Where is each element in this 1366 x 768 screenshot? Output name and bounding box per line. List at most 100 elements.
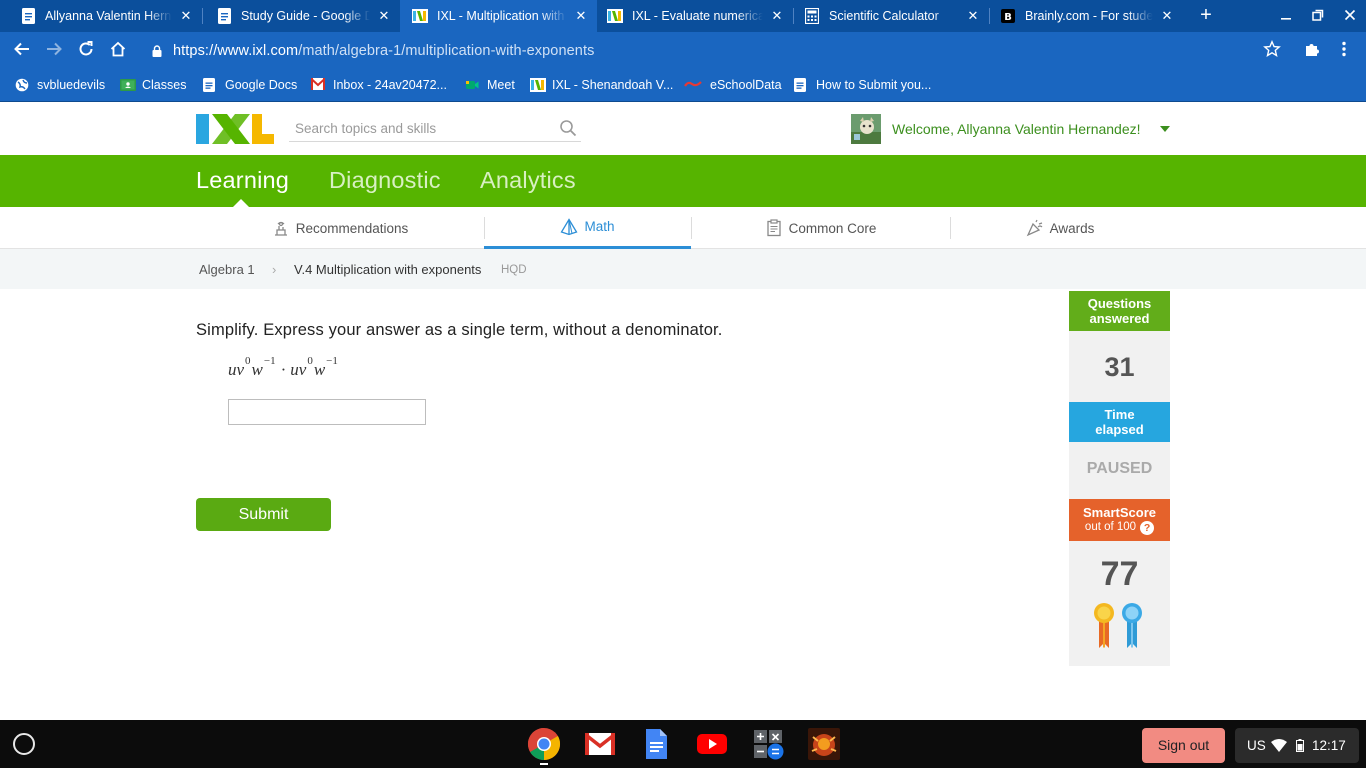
tab-label: Recommendations [295, 220, 409, 236]
breadcrumb-separator: › [272, 262, 277, 277]
bookmark-label: Meet [487, 78, 515, 92]
search-input[interactable] [295, 118, 550, 138]
expr-exponent: 0 [245, 355, 251, 368]
tab-recommendations[interactable]: Recommendations [196, 207, 484, 249]
chrome-icon[interactable] [527, 727, 561, 761]
tab-title: IXL - Evaluate numerical [632, 9, 763, 23]
bookmark-label: Inbox - 24av20472... [333, 78, 447, 92]
ixl-favicon-icon [412, 8, 428, 24]
tab-common-core[interactable]: Common Core [691, 207, 950, 249]
close-tab-icon[interactable]: ✕ [965, 8, 981, 24]
browser-tab-calculator[interactable]: Scientific Calculator ✕ [793, 0, 989, 32]
tab-awards[interactable]: Awards [950, 207, 1170, 249]
tab-label: Common Core [788, 220, 877, 236]
tab-title: Brainly.com - For studen [1025, 9, 1153, 23]
expr-dot-operator: · [280, 360, 287, 379]
game-app-icon[interactable] [807, 727, 841, 761]
pyramid-icon [560, 217, 578, 236]
forward-arrow-icon[interactable] [43, 40, 65, 62]
submit-button[interactable]: Submit [196, 498, 331, 531]
close-tab-icon[interactable]: ✕ [1159, 8, 1175, 24]
google-docs-icon[interactable] [639, 727, 673, 761]
clock: 12:17 [1312, 738, 1346, 753]
tab-label: Awards [1049, 220, 1095, 236]
smartscore-value: 77 [1100, 555, 1139, 593]
launcher-icon[interactable] [13, 733, 35, 755]
browser-tab-docs-2[interactable]: Study Guide - Google Do ✕ [196, 0, 400, 32]
back-arrow-icon[interactable] [11, 40, 33, 62]
browser-menu-icon[interactable] [1333, 40, 1355, 62]
search-box[interactable] [289, 116, 581, 142]
bookmark-label: Classes [142, 78, 187, 92]
url-text[interactable]: https://www.ixl.com/math/algebra-1/multi… [173, 43, 594, 59]
time-label: Time [1104, 407, 1135, 422]
bookmark-svbluedevils[interactable]: svbluedevils [15, 76, 105, 94]
bookmark-classes[interactable]: Classes [120, 76, 186, 94]
sign-out-button[interactable]: Sign out [1142, 728, 1225, 763]
search-icon[interactable] [559, 119, 577, 137]
bookmark-meet[interactable]: Meet [465, 76, 515, 94]
nav-learning[interactable]: Learning [196, 167, 289, 194]
time-elapsed-header: Time elapsed [1069, 402, 1170, 442]
nav-diagnostic[interactable]: Diagnostic [329, 167, 441, 194]
smartscore-header: SmartScore out of 100 ? [1069, 499, 1170, 541]
active-nav-pointer [233, 199, 249, 207]
extensions-puzzle-icon[interactable] [1301, 40, 1323, 62]
welcome-user-menu[interactable]: Welcome, Allyanna Valentin Hernandez! [892, 121, 1141, 137]
ixl-logo[interactable] [196, 114, 274, 144]
gmail-icon[interactable] [583, 727, 617, 761]
expr-exponent: 0 [307, 355, 313, 368]
ixl-favicon-icon [607, 8, 623, 24]
answer-input[interactable] [228, 399, 426, 425]
home-icon[interactable] [107, 40, 129, 62]
expr-base: w [251, 360, 263, 379]
expr-base: v [236, 360, 245, 379]
browser-tab-ixl-active[interactable]: IXL - Multiplication with e ✕ [400, 0, 597, 32]
lock-icon [152, 44, 162, 57]
bookmark-label: svbluedevils [37, 78, 106, 92]
chevron-down-icon[interactable] [1160, 126, 1170, 132]
browser-tab-ixl-2[interactable]: IXL - Evaluate numerical ✕ [597, 0, 793, 32]
expr-base: u [228, 360, 237, 379]
minimize-window-icon[interactable] [1276, 6, 1296, 26]
help-icon[interactable]: ? [1140, 520, 1155, 535]
new-tab-button[interactable]: + [1196, 5, 1216, 26]
google-docs-icon [794, 78, 808, 92]
tab-math[interactable]: Math [484, 207, 691, 249]
calculator-app-icon[interactable] [751, 727, 785, 761]
close-tab-icon[interactable]: ✕ [178, 8, 194, 24]
smartscore-sub: out of 100 ? [1084, 520, 1155, 535]
tab-label: Math [584, 219, 615, 234]
calculator-icon [804, 8, 820, 24]
close-tab-icon[interactable]: ✕ [769, 8, 785, 24]
expr-base: u [290, 360, 299, 379]
bookmark-gmail-inbox[interactable]: Inbox - 24av20472... [311, 76, 447, 94]
bookmark-star-icon[interactable] [1261, 40, 1283, 62]
reload-icon[interactable] [75, 40, 97, 62]
smartscore-label: SmartScore [1083, 505, 1156, 520]
battery-icon [1296, 739, 1304, 752]
bookmark-label: How to Submit you... [816, 78, 932, 92]
nav-analytics[interactable]: Analytics [480, 167, 576, 194]
tab-title: IXL - Multiplication with e [437, 9, 567, 23]
time-label: elapsed [1095, 422, 1144, 437]
browser-tab-docs-1[interactable]: Allyanna Valentin Herna ✕ [0, 0, 202, 32]
smartscore-sub-label: out of 100 [1084, 521, 1137, 533]
url-path: /math/algebra-1/multiplication-with-expo… [298, 43, 595, 59]
bookmark-how-to-submit[interactable]: How to Submit you... [794, 76, 931, 94]
browser-tab-brainly[interactable]: B Brainly.com - For studen ✕ [989, 0, 1183, 32]
questions-answered-header: Questions answered [1069, 291, 1170, 331]
close-window-icon[interactable] [1340, 6, 1360, 26]
restore-window-icon[interactable] [1308, 6, 1328, 26]
eschooldata-icon [684, 78, 702, 92]
avatar[interactable] [851, 114, 881, 144]
bookmark-ixl-shenandoah[interactable]: IXL - Shenandoah V... [530, 76, 673, 94]
bookmark-eschooldata[interactable]: eSchoolData [684, 76, 782, 94]
youtube-icon[interactable] [695, 727, 729, 761]
breadcrumb-algebra-1[interactable]: Algebra 1 [199, 262, 255, 277]
question-prompt: Simplify. Express your answer as a singl… [196, 321, 723, 339]
bookmark-google-docs[interactable]: Google Docs [203, 76, 297, 94]
close-tab-icon[interactable]: ✕ [376, 8, 392, 24]
close-tab-icon[interactable]: ✕ [573, 8, 589, 24]
questions-answered-value: 31 [1104, 352, 1135, 382]
